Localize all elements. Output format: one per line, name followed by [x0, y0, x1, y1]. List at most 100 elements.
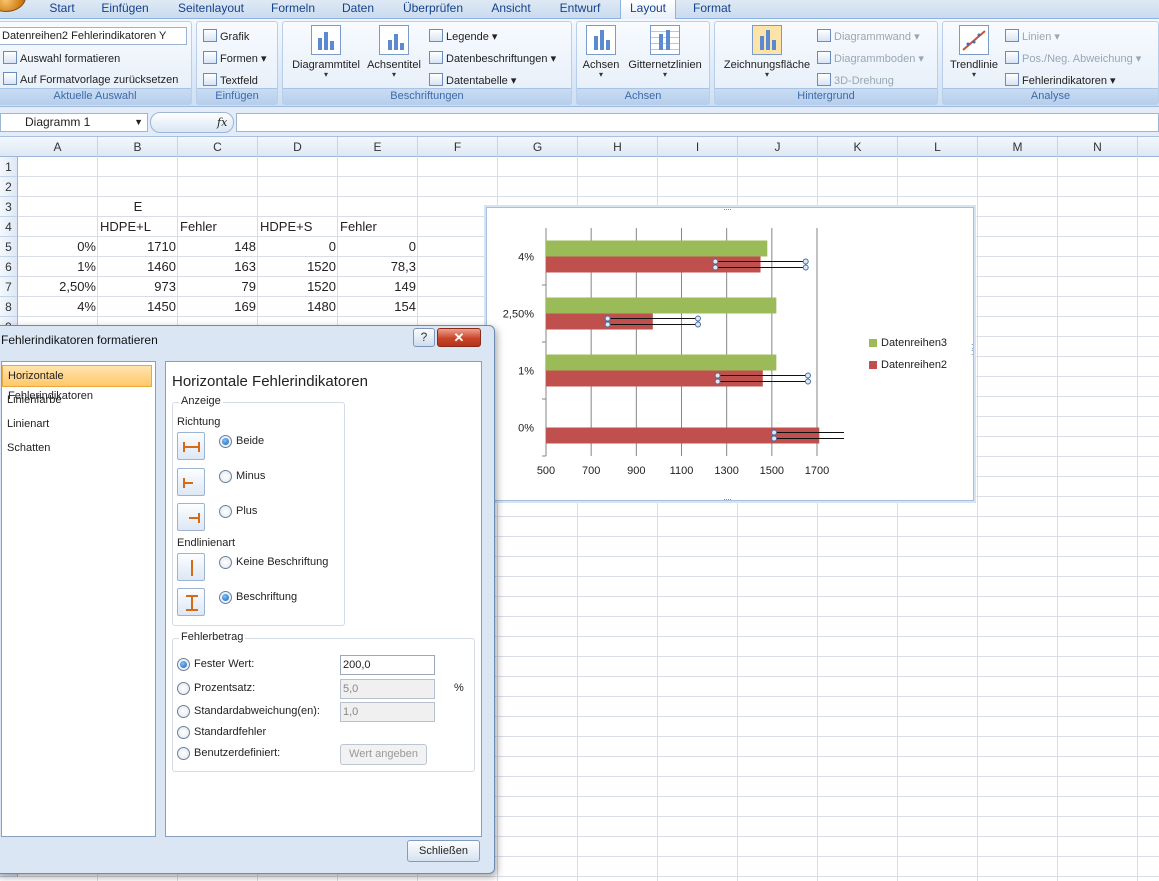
tab-einfuegen[interactable]: Einfügen	[92, 0, 158, 19]
row-header-1[interactable]: 1	[0, 157, 18, 177]
cell-a6[interactable]: 1%	[18, 257, 98, 277]
cell-e5[interactable]: 0	[338, 237, 418, 257]
row-header-6[interactable]: 6	[0, 257, 18, 277]
nav-item-line-style[interactable]: Linienart	[2, 412, 155, 436]
data-labels-button[interactable]: Datenbeschriftungen ▾	[429, 51, 556, 65]
updown-bars-button[interactable]: Pos./Neg. Abweichung ▾	[1005, 51, 1141, 65]
column-header-d[interactable]: D	[258, 137, 338, 157]
axis-title-button[interactable]: Achsentitel ▾	[363, 25, 425, 79]
shapes-button[interactable]: Formen ▾	[203, 51, 266, 65]
column-header-g[interactable]: G	[498, 137, 578, 157]
chart-title-button[interactable]: Diagrammtitel ▾	[287, 25, 365, 79]
cell-b8[interactable]: 1450	[98, 297, 178, 317]
rotation-3d-button[interactable]: 3D-Drehung	[817, 73, 894, 87]
radio-fixed-value[interactable]: Fester Wert:	[177, 658, 254, 671]
bar-series2[interactable]	[546, 370, 763, 387]
selection-handle[interactable]	[712, 264, 719, 271]
tab-formeln[interactable]: Formeln	[262, 0, 324, 19]
tab-format[interactable]: Format	[682, 0, 742, 19]
chart-resize-handle-top[interactable]: ····	[723, 205, 732, 214]
legend-entry[interactable]: Datenreihen3	[869, 334, 947, 356]
selection-handle[interactable]	[804, 378, 811, 385]
cell-b6[interactable]: 1460	[98, 257, 178, 277]
specify-value-button[interactable]: Wert angeben	[340, 744, 427, 765]
nav-item-shadow[interactable]: Schatten	[2, 436, 155, 460]
selection-handle[interactable]	[771, 429, 778, 436]
tab-entwurf[interactable]: Entwurf	[548, 0, 612, 19]
chart-wall-button[interactable]: Diagrammwand ▾	[817, 29, 920, 43]
cell-e7[interactable]: 149	[338, 277, 418, 297]
cell-a8[interactable]: 4%	[18, 297, 98, 317]
radio-stddev[interactable]: Standardabweichung(en):	[177, 705, 320, 718]
office-button[interactable]	[0, 0, 26, 12]
axes-button[interactable]: Achsen ▾	[579, 25, 623, 79]
cell-d7[interactable]: 1520	[258, 277, 338, 297]
bar-series2[interactable]	[546, 427, 820, 444]
selection-handle[interactable]	[804, 372, 811, 379]
no-cap-icon[interactable]	[177, 553, 205, 581]
selection-handle[interactable]	[694, 321, 701, 328]
name-box[interactable]: Diagramm 1 ▼	[0, 113, 148, 132]
cell-d5[interactable]: 0	[258, 237, 338, 257]
radio-percentage[interactable]: Prozentsatz:	[177, 682, 255, 695]
tab-layout[interactable]: Layout	[620, 0, 676, 20]
column-header-a[interactable]: A	[18, 137, 98, 157]
tab-ansicht[interactable]: Ansicht	[480, 0, 542, 19]
legend-entry[interactable]: Datenreihen2	[869, 356, 947, 378]
bar-series2[interactable]	[546, 313, 653, 330]
fixed-value-input[interactable]: 200,0	[340, 655, 435, 675]
row-header-7[interactable]: 7	[0, 277, 18, 297]
cell-c5[interactable]: 148	[178, 237, 258, 257]
tab-daten[interactable]: Daten	[330, 0, 386, 19]
trendline-button[interactable]: Trendlinie ▾	[945, 25, 1003, 79]
bar-series3[interactable]	[546, 240, 768, 257]
cell-d4[interactable]: HDPE+S	[258, 217, 338, 237]
chart-object[interactable]: ···· ···· :: :: 500700900110013001500170…	[485, 205, 975, 504]
bar-series3[interactable]	[546, 297, 777, 314]
cell-e8[interactable]: 154	[338, 297, 418, 317]
column-header-e[interactable]: E	[338, 137, 418, 157]
bar-series3[interactable]	[546, 354, 777, 371]
cell-b7[interactable]: 973	[98, 277, 178, 297]
close-button[interactable]: Schließen	[407, 840, 480, 862]
gridlines-button[interactable]: Gitternetzlinien ▾	[623, 25, 707, 79]
cell-d6[interactable]: 1520	[258, 257, 338, 277]
data-table-button[interactable]: Datentabelle ▾	[429, 73, 516, 87]
radio-end-no-cap[interactable]: Keine Beschriftung	[219, 556, 328, 569]
chart-resize-handle-right[interactable]: ::	[971, 342, 975, 357]
column-header-h[interactable]: H	[578, 137, 658, 157]
column-header-i[interactable]: I	[658, 137, 738, 157]
selection-handle[interactable]	[771, 435, 778, 442]
cell-b4[interactable]: HDPE+L	[98, 217, 178, 237]
picture-button[interactable]: Grafik	[203, 29, 249, 43]
plus-direction-icon[interactable]	[177, 503, 205, 531]
nav-item-horizontal-error-bars[interactable]: Horizontale Fehlerindikatoren	[2, 365, 152, 402]
cell-d8[interactable]: 1480	[258, 297, 338, 317]
radio-direction-minus[interactable]: Minus	[219, 470, 265, 483]
row-header-3[interactable]: 3	[0, 197, 18, 217]
selection-handle[interactable]	[802, 258, 809, 265]
plot-area-button[interactable]: Zeichnungsfläche ▾	[717, 25, 817, 79]
minus-direction-icon[interactable]	[177, 468, 205, 496]
insert-function-button[interactable]: fx	[150, 112, 234, 133]
close-icon[interactable]: ✕	[437, 328, 481, 347]
cell-c4[interactable]: Fehler	[178, 217, 258, 237]
radio-custom[interactable]: Benutzerdefiniert:	[177, 747, 280, 760]
column-header-n[interactable]: N	[1058, 137, 1138, 157]
lines-button[interactable]: Linien ▾	[1005, 29, 1060, 43]
nav-item-line-color[interactable]: Linienfarbe	[2, 388, 155, 412]
both-direction-icon[interactable]	[177, 432, 205, 460]
radio-end-cap[interactable]: Beschriftung	[219, 591, 297, 604]
selection-handle[interactable]	[802, 264, 809, 271]
cell-c8[interactable]: 169	[178, 297, 258, 317]
cell-a5[interactable]: 0%	[18, 237, 98, 257]
stddev-input[interactable]: 1,0	[340, 702, 435, 722]
tab-ueberpruefen[interactable]: Überprüfen	[392, 0, 474, 19]
tab-start[interactable]: Start	[38, 0, 86, 19]
column-header-l[interactable]: L	[898, 137, 978, 157]
tab-seitenlayout[interactable]: Seitenlayout	[166, 0, 256, 19]
chart-legend[interactable]: Datenreihen3 Datenreihen2	[869, 334, 947, 378]
chart-resize-handle-bottom[interactable]: ····	[723, 495, 732, 504]
column-header-b[interactable]: B	[98, 137, 178, 157]
column-header-k[interactable]: K	[818, 137, 898, 157]
